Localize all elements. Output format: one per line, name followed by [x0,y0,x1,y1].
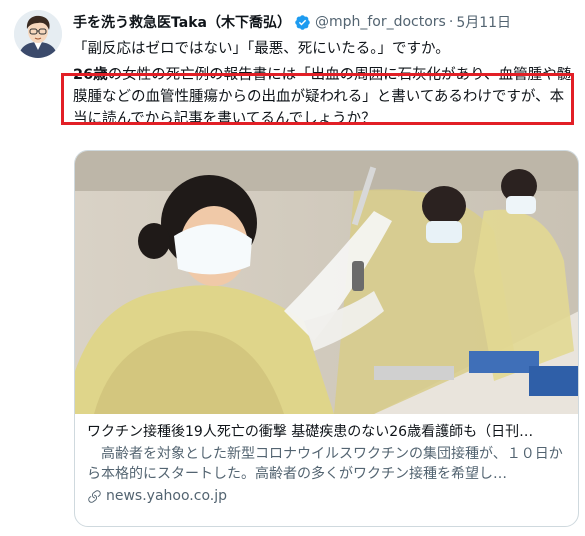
tweet-text-emphasis: 26歳 [73,67,108,83]
link-card[interactable]: ワクチン接種後19人死亡の衝撃 基礎疾患のない26歳看護師も（日刊… 高齢者を対… [74,150,579,527]
tweet-text-paragraph: 26歳の女性の死亡例の報告書には「出血の周囲に石灰化があり、血管腫や髄膜腫などの… [73,64,578,130]
tweet-header: 手を洗う救急医Taka（木下喬弘） @mph_for_doctors · 5月1… [73,12,578,32]
verified-badge-icon [295,14,310,30]
card-title[interactable]: ワクチン接種後19人死亡の衝撃 基礎疾患のない26歳看護師も（日刊… [87,422,566,442]
link-icon [88,489,101,503]
card-domain[interactable]: news.yahoo.co.jp [106,488,227,504]
separator-dot: · [448,14,454,30]
card-meta: ワクチン接種後19人死亡の衝撃 基礎疾患のない26歳看護師も（日刊… 高齢者を対… [75,414,578,504]
avatar-illustration-icon [14,10,62,58]
tweet-text-rest: の女性の死亡例の報告書には「出血の周囲に石灰化があり、血管腫や髄膜腫などの血管性… [73,67,572,127]
avatar[interactable] [14,10,62,58]
handle[interactable]: @mph_for_doctors [315,14,446,30]
tweet-text-line1: 「副反応はゼロではない」「最悪、死にいたる。」ですか。 [73,41,450,57]
card-domain-row: news.yahoo.co.jp [87,488,566,504]
card-description: 高齢者を対象とした新型コロナウイルスワクチンの集団接種が、１０日から本格的にスタ… [87,446,563,482]
display-name[interactable]: 手を洗う救急医Taka（木下喬弘） [73,12,291,32]
card-image[interactable] [75,151,578,414]
tweet-date[interactable]: 5月11日 [456,12,511,32]
tweet-body: 手を洗う救急医Taka（木下喬弘） @mph_for_doctors · 5月1… [73,12,578,130]
